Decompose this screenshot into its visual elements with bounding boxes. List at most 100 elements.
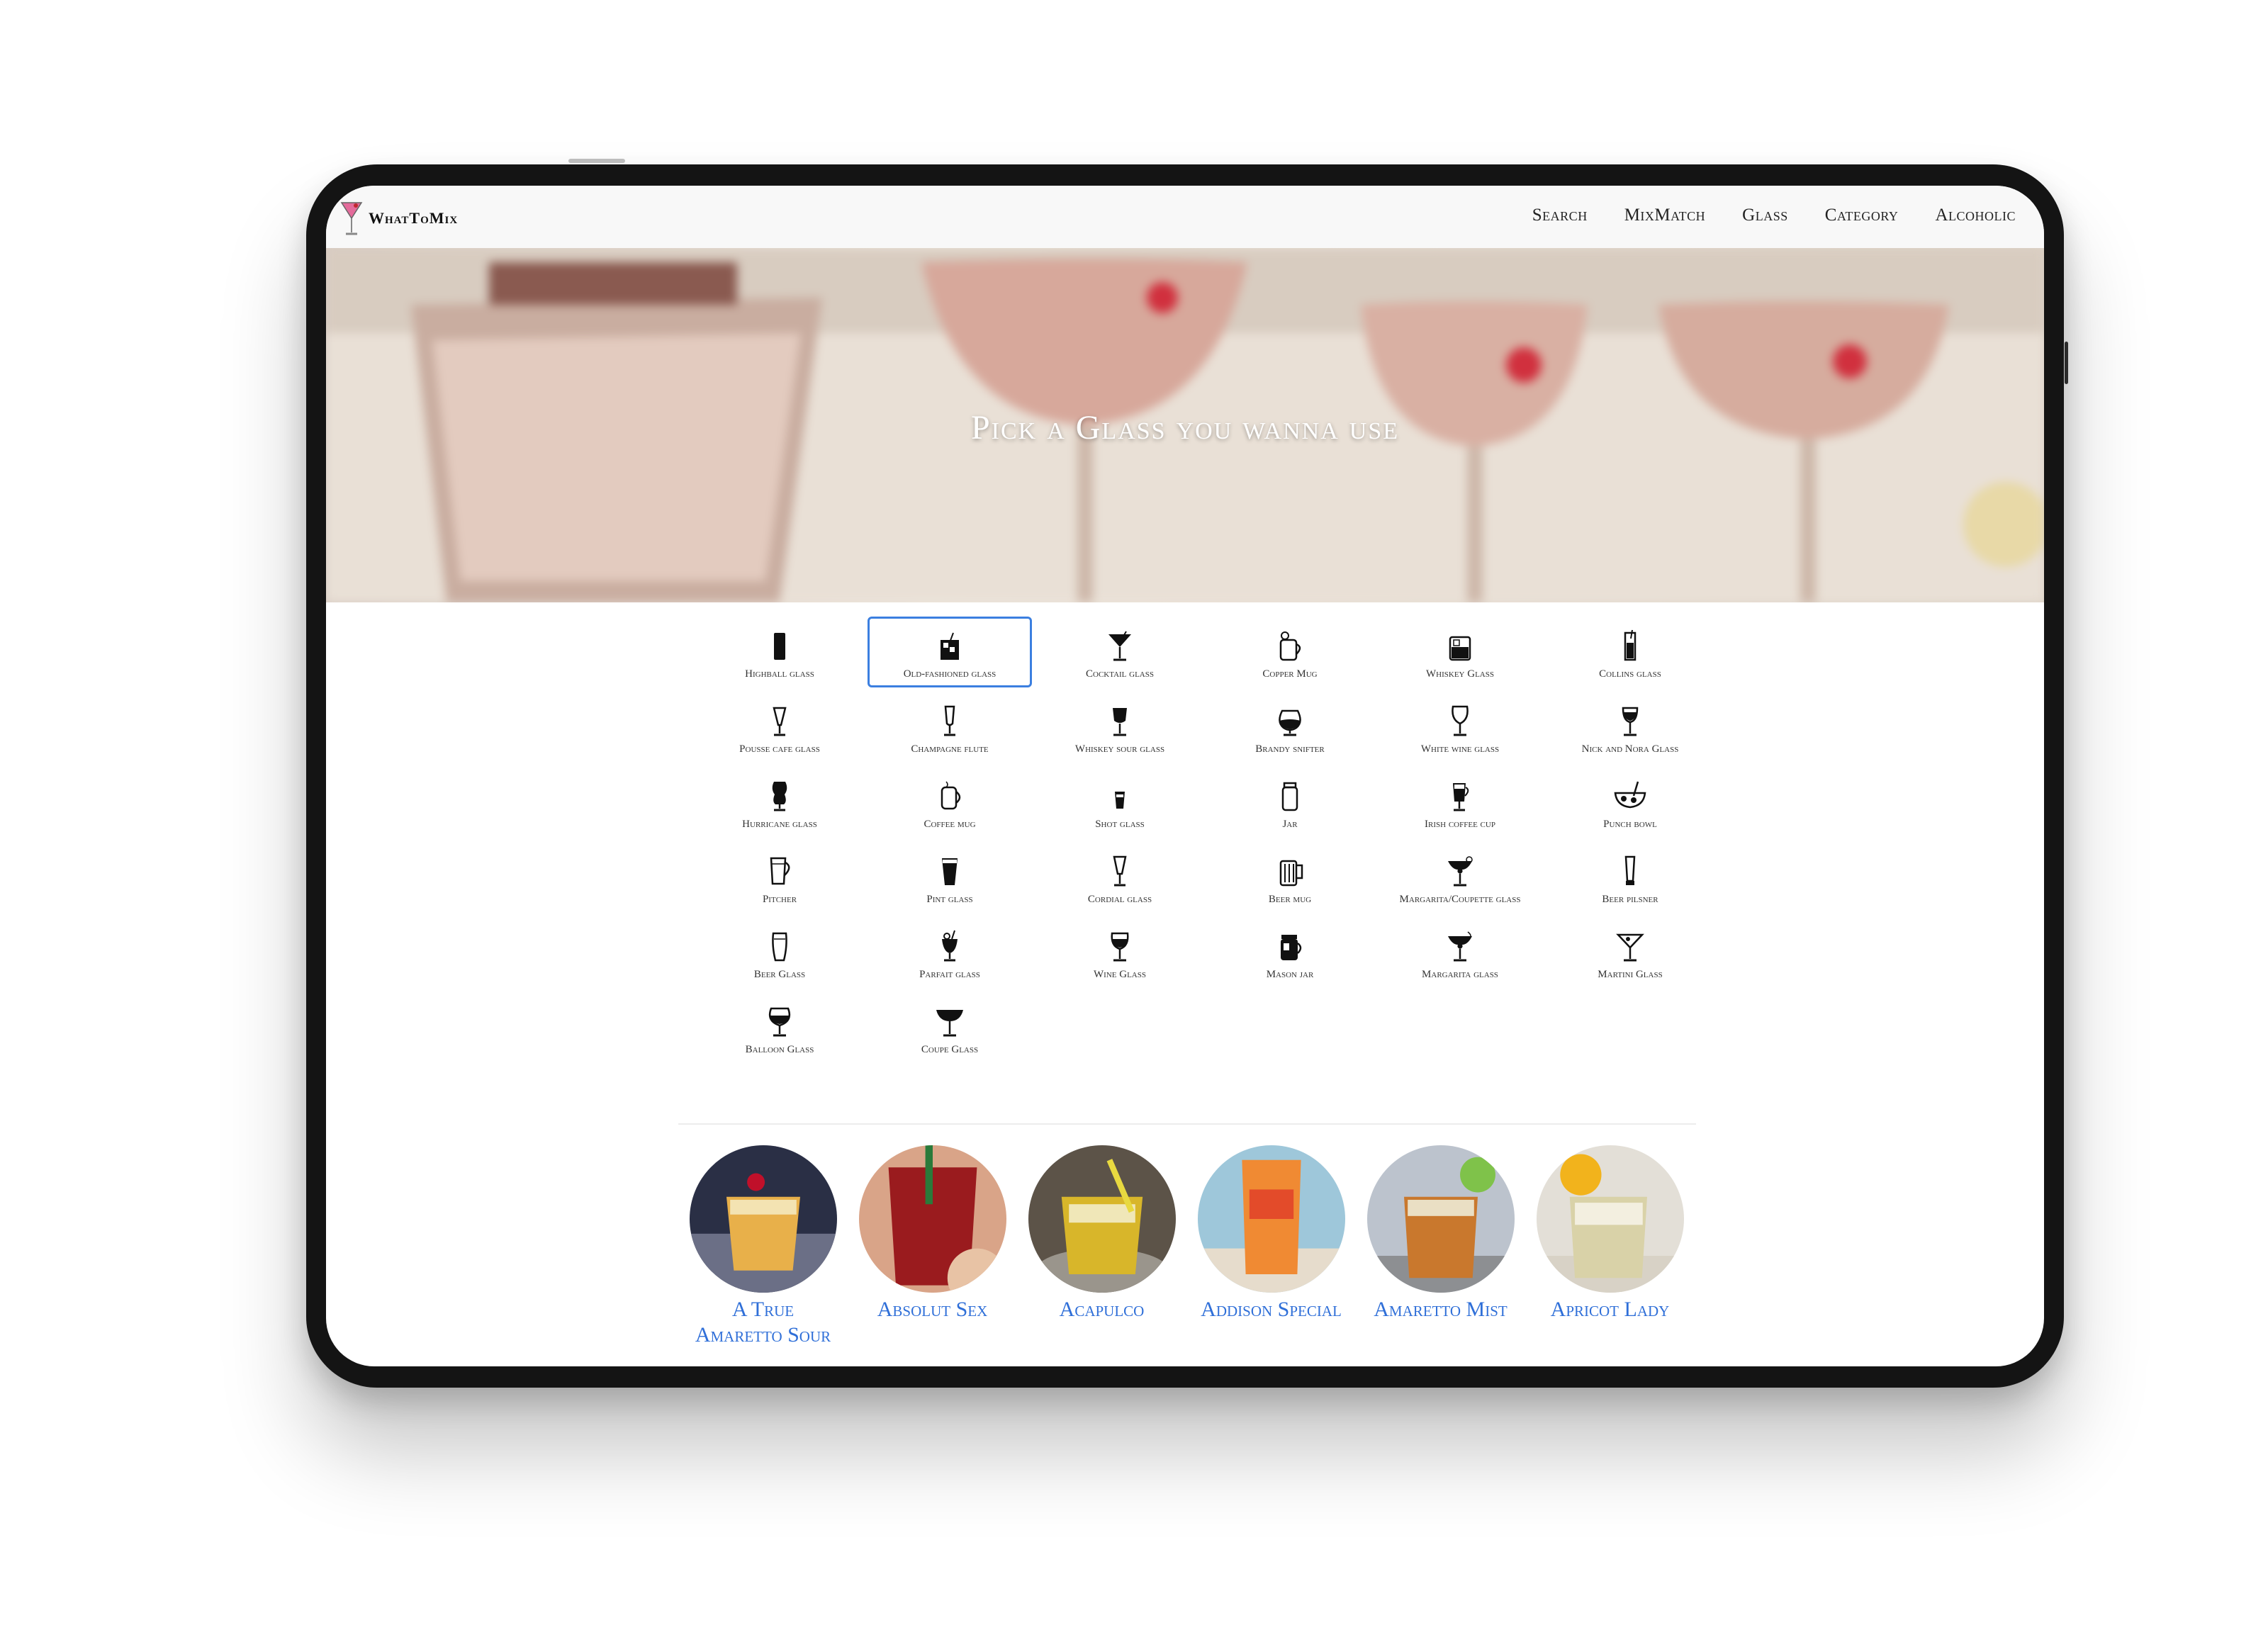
glass-option-brandy-snifter[interactable]: Brandy snifter (1208, 692, 1372, 763)
glass-label: Collins glass (1599, 668, 1661, 680)
drink-thumbnail[interactable] (1028, 1145, 1176, 1293)
tablet-button (568, 159, 625, 163)
brand-link[interactable]: WhatToMix (339, 198, 458, 238)
glass-option-cordial-glass[interactable]: Cordial glass (1038, 842, 1202, 913)
glass-option-nick-and-nora-glass[interactable]: Nick and Nora Glass (1548, 692, 1712, 763)
drink-card[interactable]: Absolut Sex (848, 1145, 1017, 1348)
glass-option-shot-glass[interactable]: Shot glass (1038, 767, 1202, 838)
glass-option-whiskey-sour-glass[interactable]: Whiskey sour glass (1038, 692, 1202, 763)
glass-option-pousse-cafe-glass[interactable]: Pousse cafe glass (697, 692, 862, 763)
drink-name-link[interactable]: Addison Special (1201, 1297, 1342, 1322)
glass-label: Shot glass (1095, 819, 1145, 830)
glass-option-old-fashioned-glass[interactable]: Old-fashioned glass (868, 617, 1032, 687)
drink-card[interactable]: Addison Special (1186, 1145, 1356, 1348)
glass-label: Beer pilsner (1602, 894, 1658, 905)
highball-glass-icon (774, 633, 785, 660)
irish-coffee-cup-icon (1453, 783, 1469, 811)
glass-option-copper-mug[interactable]: Copper Mug (1208, 617, 1372, 687)
whiskey-sour-glass-icon (1113, 708, 1127, 736)
glass-label: Martini Glass (1598, 969, 1663, 980)
glass-option-beer-mug[interactable]: Beer mug (1208, 842, 1372, 913)
margarita-coupette-glass-icon (1448, 856, 1473, 887)
drink-thumbnail[interactable] (1536, 1145, 1684, 1293)
drink-thumbnail[interactable] (689, 1145, 837, 1293)
glass-option-irish-coffee-cup[interactable]: Irish coffee cup (1378, 767, 1542, 838)
glass-label: Whiskey Glass (1426, 668, 1494, 680)
nick-and-nora-glass-icon (1622, 707, 1639, 736)
glass-option-beer-pilsner[interactable]: Beer pilsner (1548, 842, 1712, 913)
drink-thumbnail[interactable] (858, 1145, 1006, 1293)
glass-label: Beer mug (1268, 894, 1312, 905)
hurricane-glass-icon (772, 782, 787, 811)
glass-option-balloon-glass[interactable]: Balloon Glass (697, 992, 862, 1063)
glass-option-highball-glass[interactable]: Highball glass (697, 617, 862, 687)
drink-name-link[interactable]: A True Amaretto Sour (692, 1297, 834, 1348)
champagne-flute-icon (944, 705, 955, 736)
tablet-side-button (2065, 342, 2068, 384)
glass-label: Cocktail glass (1086, 668, 1154, 680)
drink-thumbnail[interactable] (1366, 1145, 1515, 1293)
glass-option-hurricane-glass[interactable]: Hurricane glass (697, 767, 862, 838)
brand-name: WhatToMix (369, 209, 459, 227)
glass-option-martini-glass[interactable]: Martini Glass (1548, 917, 1712, 988)
glass-option-punch-bowl[interactable]: Punch bowl (1548, 767, 1712, 838)
glass-label: Jar (1282, 819, 1298, 830)
glass-option-whiskey-glass[interactable]: Whiskey Glass (1378, 617, 1542, 687)
glass-label: Pint glass (926, 894, 973, 905)
glass-label: White wine glass (1420, 743, 1500, 755)
copper-mug-icon (1279, 631, 1301, 661)
pousse-cafe-glass-icon (773, 707, 787, 736)
hero-banner: Pick a Glass you wanna use (326, 248, 2044, 602)
tablet-frame: WhatToMix Search MixMatch Glass Category… (306, 159, 2068, 1388)
glass-option-jar[interactable]: Jar (1208, 767, 1372, 838)
pitcher-icon (770, 857, 790, 885)
white-wine-glass-icon (1452, 705, 1469, 736)
cocktail-logo-icon (340, 202, 363, 235)
glass-option-parfait-glass[interactable]: Parfait glass (868, 917, 1032, 988)
glass-option-pint-glass[interactable]: Pint glass (868, 842, 1032, 913)
glass-option-mason-jar[interactable]: Mason jar (1208, 917, 1372, 988)
glass-label: Whiskey sour glass (1074, 743, 1165, 755)
beer-mug-icon (1279, 860, 1303, 887)
glass-option-margarita-glass[interactable]: Margarita glass (1378, 917, 1542, 988)
drink-name-link[interactable]: Amaretto Mist (1370, 1297, 1512, 1322)
drink-card[interactable]: Acapulco (1017, 1145, 1186, 1348)
nav-search[interactable]: Search (1532, 206, 1588, 225)
punch-bowl-icon (1614, 781, 1646, 809)
coffee-mug-icon (941, 781, 961, 810)
nav-category[interactable]: Category (1825, 206, 1899, 225)
nav-alcoholic[interactable]: Alcoholic (1935, 206, 2016, 225)
drink-name-link[interactable]: Apricot Lady (1539, 1297, 1681, 1322)
glass-label: Balloon Glass (745, 1044, 814, 1055)
mason-jar-icon (1281, 935, 1302, 960)
glass-option-collins-glass[interactable]: Collins glass (1548, 617, 1712, 687)
drink-card[interactable]: Amaretto Mist (1356, 1145, 1525, 1348)
glass-option-margarita-coupette-glass[interactable]: Margarita/Coupette glass (1378, 842, 1542, 913)
glass-option-coffee-mug[interactable]: Coffee mug (868, 767, 1032, 838)
drink-card[interactable]: A True Amaretto Sour (678, 1145, 848, 1348)
glass-option-beer-glass[interactable]: Beer Glass (697, 917, 862, 988)
hero-title: Pick a Glass you wanna use (970, 409, 1400, 446)
glass-option-pitcher[interactable]: Pitcher (697, 842, 862, 913)
glass-label: Highball glass (745, 668, 814, 680)
glass-option-white-wine-glass[interactable]: White wine glass (1378, 692, 1542, 763)
drink-list: A True Amaretto Sour Absolut Sex Acapulco A… (678, 1145, 1696, 1348)
glass-label: Pousse cafe glass (739, 743, 820, 755)
parfait-glass-icon (942, 930, 958, 962)
glass-label: Old-fashioned glass (903, 668, 997, 680)
drink-thumbnail[interactable] (1197, 1145, 1345, 1293)
nav-glass[interactable]: Glass (1742, 206, 1788, 225)
brandy-snifter-icon (1279, 709, 1301, 736)
balloon-glass-icon (768, 1007, 791, 1037)
glass-option-coupe-glass[interactable]: Coupe Glass (868, 992, 1032, 1063)
drink-name-link[interactable]: Absolut Sex (862, 1297, 1004, 1322)
beer-glass-icon (772, 932, 787, 962)
glass-option-champagne-flute[interactable]: Champagne flute (868, 692, 1032, 763)
section-divider (678, 1123, 1696, 1125)
jar-icon (1281, 782, 1298, 811)
drink-card[interactable]: Apricot Lady (1525, 1145, 1695, 1348)
glass-option-wine-glass[interactable]: Wine Glass (1038, 917, 1202, 988)
glass-option-cocktail-glass[interactable]: Cocktail glass (1038, 617, 1202, 687)
drink-name-link[interactable]: Acapulco (1031, 1297, 1173, 1322)
nav-mixmatch[interactable]: MixMatch (1624, 206, 1705, 225)
